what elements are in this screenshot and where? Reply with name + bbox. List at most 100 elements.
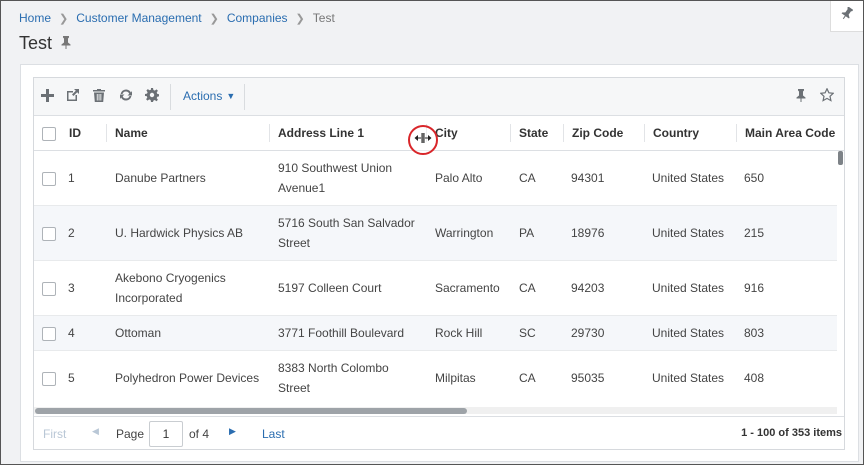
- row-checkbox[interactable]: [42, 172, 56, 186]
- column-divider[interactable]: [269, 124, 270, 142]
- cell-name: U. Hardwick Physics AB: [115, 226, 244, 240]
- horizontal-scrollbar-thumb[interactable]: [35, 408, 467, 414]
- cell-zip: 94203: [571, 281, 605, 295]
- cell-zip: 95035: [571, 371, 605, 385]
- page-count: of 4: [189, 427, 210, 441]
- breadcrumb-current: Test: [312, 11, 335, 25]
- page-number-input[interactable]: 1: [149, 421, 183, 447]
- cell-country: United States: [652, 326, 725, 340]
- cell-id: 3: [68, 281, 75, 295]
- column-divider[interactable]: [510, 124, 511, 142]
- table-row[interactable]: 5 Polyhedron Power Devices 8383 North Co…: [34, 351, 837, 407]
- pin-icon[interactable]: [60, 33, 72, 54]
- cell-state: CA: [519, 281, 536, 295]
- breadcrumb-home[interactable]: Home: [19, 11, 51, 25]
- last-page-link[interactable]: Last: [262, 427, 285, 441]
- column-header-name[interactable]: Name: [115, 116, 148, 150]
- cell-state: CA: [519, 171, 536, 185]
- row-checkbox[interactable]: [42, 372, 56, 386]
- cell-id: 1: [68, 171, 75, 185]
- pin-icon[interactable]: [793, 87, 809, 103]
- toolbar-divider: [170, 84, 171, 110]
- cell-state: SC: [519, 326, 536, 340]
- column-header-country[interactable]: Country: [653, 116, 699, 150]
- row-checkbox[interactable]: [42, 282, 56, 296]
- table-row[interactable]: 1 Danube Partners 910 Southwest Union Av…: [34, 151, 837, 206]
- items-summary: 1 - 100 of 353 items: [741, 427, 842, 439]
- cell-address-line: 910 Southwest Union: [278, 161, 393, 175]
- page-title-container: Test: [19, 33, 72, 54]
- cell-name: Incorporated: [115, 291, 183, 305]
- cell-name: Polyhedron Power Devices: [115, 371, 260, 385]
- cell-address-line: Avenue1: [278, 181, 326, 195]
- prev-page-icon[interactable]: ◀: [92, 426, 99, 437]
- horizontal-scrollbar[interactable]: [34, 407, 837, 414]
- cell-id: 5: [68, 371, 75, 385]
- cell-address-line: Street: [278, 381, 311, 395]
- caret-down-icon: ▼: [226, 91, 236, 101]
- cell-area-code: 408: [744, 371, 765, 385]
- column-header-address[interactable]: Address Line 1: [278, 116, 364, 150]
- column-header-id[interactable]: ID: [69, 116, 81, 150]
- add-icon[interactable]: [39, 87, 55, 103]
- star-icon[interactable]: [819, 87, 835, 103]
- cell-country: United States: [652, 171, 725, 185]
- column-header-main-area-code[interactable]: Main Area Code: [745, 116, 835, 150]
- cell-address-line: 5716 South San Salvador: [278, 216, 415, 230]
- breadcrumb-companies[interactable]: Companies: [227, 11, 288, 25]
- cell-address-line: 3771 Foothill Boulevard: [278, 326, 405, 340]
- page-title: Test: [19, 33, 53, 53]
- cell-country: United States: [652, 281, 725, 295]
- column-divider[interactable]: [563, 124, 564, 142]
- side-panel-pin-button[interactable]: [830, 1, 863, 32]
- table-row[interactable]: 4 Ottoman 3771 Foothill Boulevard Rock H…: [34, 316, 837, 351]
- pager: First ◀ Page 1 of 4 ▶ Last 1 - 100 of 35…: [34, 416, 844, 449]
- cell-city: Warrington: [435, 226, 494, 240]
- chevron-right-icon: ❯: [59, 12, 69, 25]
- cell-country: United States: [652, 226, 725, 240]
- refresh-icon[interactable]: [118, 87, 134, 103]
- next-page-icon[interactable]: ▶: [229, 426, 236, 437]
- first-page-link[interactable]: First: [43, 427, 66, 441]
- grid-toolbar: Actions ▼: [34, 78, 844, 116]
- cell-name: Akebono Cryogenics: [115, 271, 226, 285]
- cell-state: PA: [519, 226, 535, 240]
- cell-address-line: Street: [278, 236, 311, 250]
- cell-zip: 94301: [571, 171, 605, 185]
- column-divider[interactable]: [644, 124, 645, 142]
- cell-address-line: 8383 North Colombo: [278, 361, 389, 375]
- actions-dropdown[interactable]: Actions ▼: [183, 89, 235, 103]
- table-row[interactable]: 3 Akebono Cryogenics Incorporated 5197 C…: [34, 261, 837, 316]
- cell-area-code: 215: [744, 226, 765, 240]
- cell-id: 4: [68, 326, 75, 340]
- companies-grid: Actions ▼ ID Name Address Line 1 City St…: [33, 77, 845, 450]
- column-header-city[interactable]: City: [435, 116, 458, 150]
- chevron-right-icon: ❯: [295, 12, 305, 25]
- breadcrumb-customer-management[interactable]: Customer Management: [76, 11, 201, 25]
- column-resize-cursor-icon: [414, 131, 432, 149]
- table-row[interactable]: 2 U. Hardwick Physics AB 5716 South San …: [34, 206, 837, 261]
- column-divider[interactable]: [736, 124, 737, 142]
- gear-icon[interactable]: [144, 87, 160, 103]
- select-all-checkbox[interactable]: [42, 127, 56, 141]
- trash-icon[interactable]: [91, 87, 107, 103]
- column-header-zip[interactable]: Zip Code: [572, 116, 623, 150]
- cell-area-code: 650: [744, 171, 765, 185]
- cursor-highlight: [408, 125, 438, 155]
- cell-city: Rock Hill: [435, 326, 483, 340]
- cell-zip: 29730: [571, 326, 605, 340]
- cell-city: Milpitas: [435, 371, 476, 385]
- cell-city: Sacramento: [435, 281, 500, 295]
- vertical-scrollbar[interactable]: [837, 150, 844, 410]
- column-divider[interactable]: [106, 124, 107, 142]
- cell-name: Danube Partners: [115, 171, 206, 185]
- open-external-icon[interactable]: [65, 87, 81, 103]
- column-header-state[interactable]: State: [519, 116, 548, 150]
- cell-area-code: 916: [744, 281, 765, 295]
- pin-icon: [841, 6, 854, 25]
- vertical-scrollbar-thumb[interactable]: [838, 151, 843, 165]
- cell-address-line: 5197 Colleen Court: [278, 281, 382, 295]
- cell-country: United States: [652, 371, 725, 385]
- row-checkbox[interactable]: [42, 327, 56, 341]
- row-checkbox[interactable]: [42, 227, 56, 241]
